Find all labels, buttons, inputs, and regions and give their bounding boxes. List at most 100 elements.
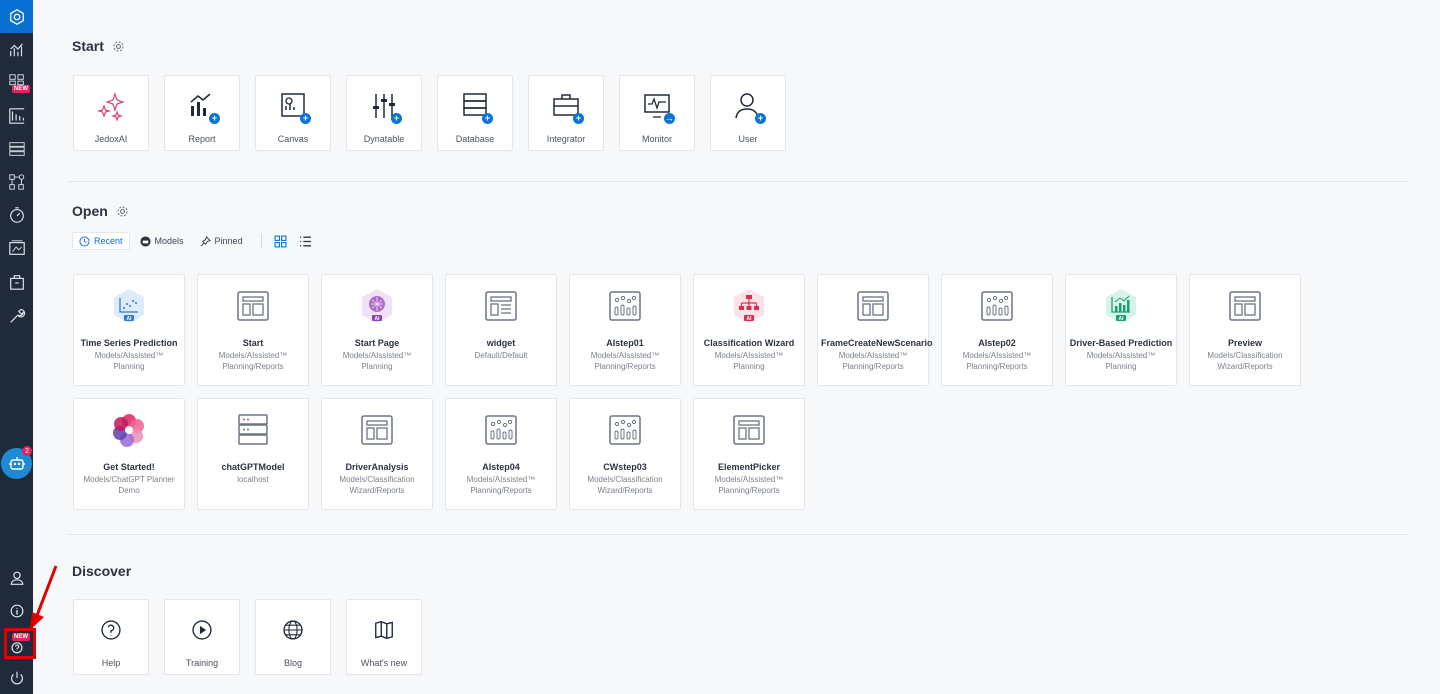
wrench-icon[interactable] <box>0 302 33 330</box>
open-card[interactable]: widget Default/Default <box>445 274 557 386</box>
open-card[interactable]: FrameCreateNewScenario Models/AIssisted™ … <box>817 274 933 386</box>
card-title: ElementPicker <box>717 462 781 472</box>
card-title: Preview <box>1227 338 1263 348</box>
card-title: Driver-Based Prediction <box>1069 338 1173 348</box>
ai-bars-icon: AI <box>1103 288 1139 324</box>
bot-notification-count: 2 <box>22 446 32 456</box>
plus-icon: + <box>755 113 766 124</box>
start-tile-user[interactable]: + User <box>710 75 786 151</box>
start-section-title: Start <box>72 38 125 54</box>
canvas-icon: + <box>277 90 311 124</box>
discover-tile-whats-new[interactable]: What's new <box>346 599 422 675</box>
open-section-title: Open <box>72 203 129 219</box>
card-title: Time Series Prediction <box>80 338 178 348</box>
canvas-icon <box>607 412 643 448</box>
list-view-icon[interactable] <box>299 235 312 248</box>
plus-icon: + <box>482 113 493 124</box>
sparkles-icon <box>95 90 127 122</box>
apps-icon[interactable]: NEW <box>0 68 33 96</box>
card-title: chatGPTModel <box>221 462 285 472</box>
ai-tree-icon: AI <box>731 288 767 324</box>
marketplace-icon[interactable] <box>0 268 33 296</box>
card-title: FrameCreateNewScenario <box>821 338 933 348</box>
card-path: localhost <box>237 475 269 484</box>
card-path: Models/AIssisted™ Planning <box>342 351 412 371</box>
open-card[interactable]: ElementPicker Models/AIssisted™ Planning/… <box>693 398 805 510</box>
grid-view-icon[interactable] <box>274 235 287 248</box>
gear-icon[interactable] <box>116 205 129 218</box>
tab-separator <box>260 234 262 248</box>
user-icon: + <box>732 90 766 124</box>
discover-section-title: Discover <box>72 563 132 579</box>
arrow-circle-icon: → <box>664 113 675 124</box>
book-icon <box>368 614 400 646</box>
start-tile-report[interactable]: + Report <box>164 75 240 151</box>
discover-tile-training[interactable]: Training <box>164 599 240 675</box>
open-card[interactable]: AI Driver-Based Prediction Models/AIssiste… <box>1065 274 1177 386</box>
models-icon <box>139 235 151 247</box>
open-card[interactable]: Get Started! Models/ChatGPT Planner Demo <box>73 398 185 510</box>
tab-pinned[interactable]: Pinned <box>194 232 249 250</box>
card-title: AIstep02 <box>978 338 1016 348</box>
card-title: AIstep01 <box>606 338 644 348</box>
card-title: DriverAnalysis <box>345 462 409 472</box>
discover-tile-blog[interactable]: Blog <box>255 599 331 675</box>
ai-brain-icon: AI <box>359 288 395 324</box>
card-path: Models/AIssisted™ Planning/Reports <box>466 475 536 495</box>
open-card[interactable]: AIstep04 Models/AIssisted™ Planning/Repor… <box>445 398 557 510</box>
power-logout-icon[interactable] <box>0 664 33 692</box>
gear-icon[interactable] <box>112 40 125 53</box>
tab-models[interactable]: Models <box>134 232 190 250</box>
open-card[interactable]: chatGPTModel localhost <box>197 398 309 510</box>
open-card[interactable]: AI Classification Wizard Models/AIssisted™… <box>693 274 805 386</box>
open-card[interactable]: Preview Models/Classification Wizard/Repo… <box>1189 274 1301 386</box>
play-circle-icon <box>186 614 218 646</box>
briefcase-icon: + <box>550 90 584 124</box>
card-path: Models/Classification Wizard/Reports <box>1207 351 1283 371</box>
tab-recent[interactable]: Recent <box>72 232 130 250</box>
start-tile-database[interactable]: + Database <box>437 75 513 151</box>
red-arrow-icon <box>30 565 58 630</box>
widget-icon <box>483 288 519 324</box>
card-path: Models/Classification Wizard/Reports <box>339 475 415 495</box>
open-card[interactable]: AIstep02 Models/AIssisted™ Planning/Repor… <box>941 274 1053 386</box>
card-path: Models/AIssisted™ Planning/Reports <box>218 351 288 371</box>
card-title: Start <box>242 338 264 348</box>
integrator-icon[interactable] <box>0 168 33 196</box>
database-icon <box>235 412 271 448</box>
analytics-icon[interactable] <box>0 36 33 64</box>
reports-icon[interactable] <box>0 102 33 130</box>
start-tile-integrator[interactable]: + Integrator <box>528 75 604 151</box>
jedox-logo-icon[interactable] <box>0 0 33 33</box>
gallery-icon[interactable] <box>0 234 33 262</box>
frame-icon <box>359 412 395 448</box>
sliders-icon: + <box>368 90 402 124</box>
svg-text:AI: AI <box>747 316 753 322</box>
open-card[interactable]: AI Start Page Models/AIssisted™ Planning <box>321 274 433 386</box>
discover-tile-help[interactable]: Help <box>73 599 149 675</box>
start-tile-dynatable[interactable]: + Dynatable <box>346 75 422 151</box>
card-path: Models/ChatGPT Planner Demo <box>83 475 175 495</box>
canvas-icon <box>979 288 1015 324</box>
card-title: Classification Wizard <box>703 338 795 348</box>
card-path: Models/AIssisted™ Planning <box>1086 351 1156 371</box>
svg-text:AI: AI <box>375 316 381 322</box>
card-path: Models/AIssisted™ Planning/Reports <box>590 351 660 371</box>
app: NEW 2 NEW Start JedoxAI + Report + Canva… <box>0 0 1440 694</box>
start-tile-jedoxai[interactable]: JedoxAI <box>73 75 149 151</box>
open-card[interactable]: DriverAnalysis Models/Classification Wiza… <box>321 398 433 510</box>
open-card[interactable]: AIstep01 Models/AIssisted™ Planning/Repor… <box>569 274 681 386</box>
start-tile-canvas[interactable]: + Canvas <box>255 75 331 151</box>
card-title: AIstep04 <box>482 462 520 472</box>
open-card[interactable]: Start Models/AIssisted™ Planning/Reports <box>197 274 309 386</box>
open-card[interactable]: AI Time Series Prediction Models/AIssisted… <box>73 274 185 386</box>
frame-icon <box>235 288 271 324</box>
clock-icon <box>79 235 90 247</box>
database-icon[interactable] <box>0 135 33 163</box>
start-tile-monitor[interactable]: → Monitor <box>619 75 695 151</box>
card-path: Models/AIssisted™ Planning/Reports <box>714 475 784 495</box>
card-title: CWstep03 <box>603 462 647 472</box>
card-title: widget <box>486 338 516 348</box>
monitor-timer-icon[interactable] <box>0 201 33 229</box>
open-card[interactable]: CWstep03 Models/Classification Wizard/Rep… <box>569 398 681 510</box>
